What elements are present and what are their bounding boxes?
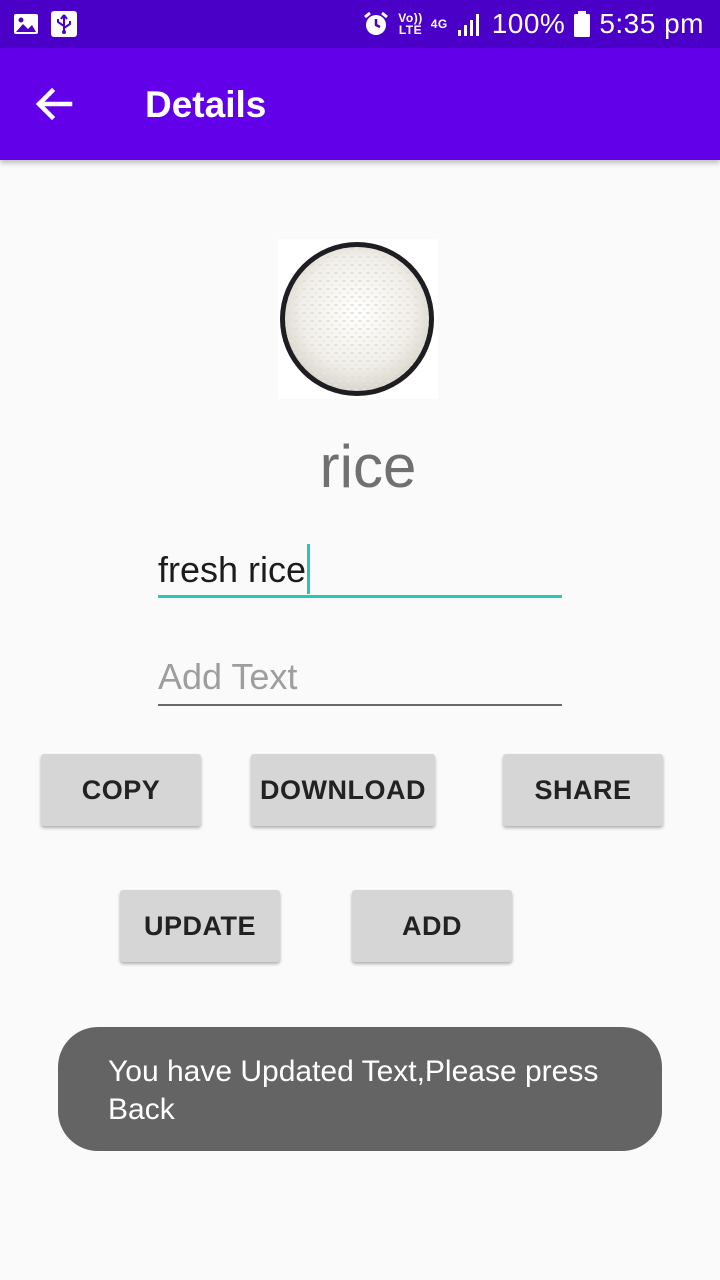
- item-name: rice: [319, 433, 417, 500]
- toast-text: You have Updated Text,Please press Back: [108, 1055, 599, 1126]
- toast-message: You have Updated Text,Please press Back: [58, 1027, 662, 1151]
- status-bar: Vo)) LTE 4G 100% 5:35 pm: [0, 0, 720, 48]
- description-value: fresh rice: [158, 549, 307, 590]
- clock: 5:35 pm: [599, 8, 704, 39]
- volte-indicator: Vo)) LTE: [398, 12, 422, 36]
- copy-button[interactable]: COPY: [41, 754, 201, 826]
- description-field[interactable]: fresh rice: [158, 544, 562, 598]
- add-text-placeholder: Add Text: [158, 656, 298, 697]
- back-button[interactable]: [30, 82, 80, 126]
- text-cursor: [307, 544, 311, 594]
- update-button[interactable]: UPDATE: [120, 890, 280, 962]
- lte-label: LTE: [398, 23, 423, 37]
- share-button[interactable]: SHARE: [503, 754, 663, 826]
- battery-icon: [573, 10, 591, 38]
- arrow-back-icon: [35, 87, 73, 121]
- add-text-field[interactable]: Add Text: [158, 656, 562, 706]
- status-notifications: [12, 10, 78, 38]
- network-type: 4G: [430, 17, 448, 31]
- rice-bowl-image: [278, 239, 438, 399]
- usb-icon: [50, 10, 78, 38]
- add-button[interactable]: ADD: [352, 890, 512, 962]
- signal-icon: [456, 10, 484, 38]
- download-button[interactable]: DOWNLOAD: [251, 754, 435, 826]
- battery-percent: 100%: [491, 8, 566, 39]
- alarm-icon: [362, 10, 390, 38]
- app-bar: Details: [0, 48, 720, 160]
- status-indicators: Vo)) LTE 4G 100% 5:35 pm: [362, 6, 704, 42]
- gallery-icon: [12, 10, 40, 38]
- page-title: Details: [145, 84, 267, 125]
